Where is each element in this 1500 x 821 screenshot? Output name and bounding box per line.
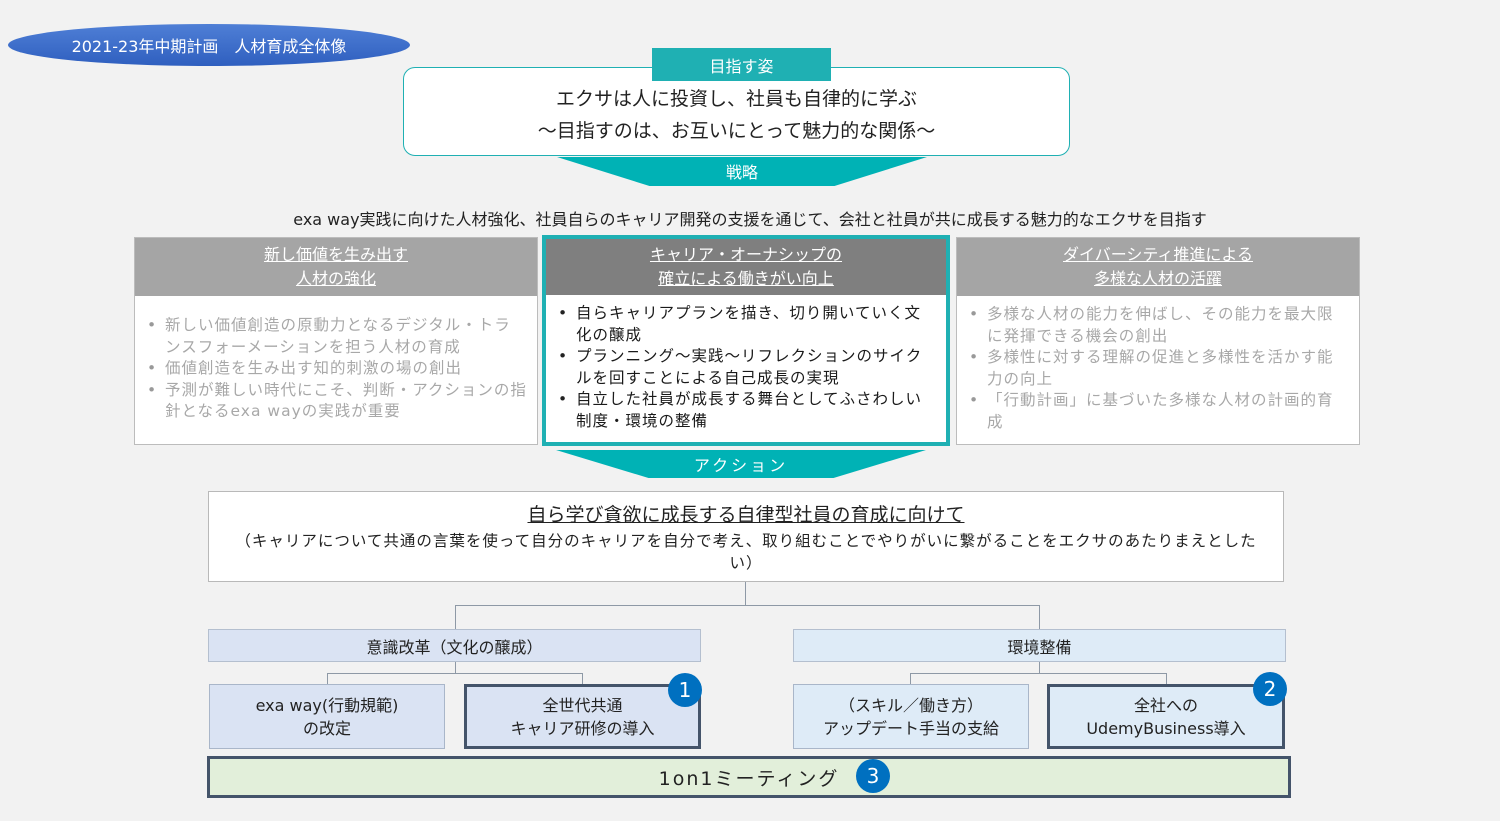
pillar-heading-line2: 多様な人材の活躍	[1093, 269, 1222, 288]
pillar-diversity: ダイバーシティ推進による 多様な人材の活躍 多様な人材の能力を伸ばし、その能力を…	[956, 237, 1360, 445]
bullet-item: 自立した社員が成長する舞台としてふさわしい制度・環境の整備	[558, 389, 936, 432]
pillar-heading: キャリア・オーナシップの 確立による働きがい向上	[546, 239, 946, 295]
pillar-career-ownership: キャリア・オーナシップの 確立による働きがい向上 自らキャリアプランを描き、切り…	[542, 235, 950, 446]
bullet-item: 多様性に対する理解の促進と多様性を活かす能力の向上	[969, 347, 1349, 390]
connector-line	[327, 673, 328, 684]
strategy-arrow: 戦略	[557, 157, 927, 186]
pillar-heading: ダイバーシティ推進による 多様な人材の活躍	[957, 238, 1359, 296]
connector-line	[582, 673, 583, 684]
initiative-career-training: 全世代共通 キャリア研修の導入	[464, 684, 701, 749]
initiative-line2: アップデート手当の支給	[822, 718, 999, 738]
connector-line	[455, 605, 456, 629]
action-title: 自ら学び貪欲に成長する自律型社員の育成に向けて	[527, 504, 965, 526]
number-badge-2: 2	[1253, 672, 1287, 706]
vision-line-2: 〜目指すのは、お互いにとって魅力的な関係〜	[537, 119, 936, 142]
connector-line	[1166, 673, 1167, 684]
pillar-bullets: 自らキャリアプランを描き、切り開いていく文化の醸成 プランニング〜実践〜リフレク…	[546, 295, 946, 432]
connector-line	[1039, 605, 1040, 629]
pillar-heading-line2: 確立による働きがい向上	[658, 269, 834, 288]
vision-line-1: エクサは人に投資し、社員も自律的に学ぶ	[555, 87, 917, 110]
number-badge-3: 3	[856, 759, 890, 793]
pillar-heading-line1: キャリア・オーナシップの	[649, 245, 842, 264]
initiative-line1: （スキル／働き方）	[838, 695, 983, 715]
initiative-line2: キャリア研修の導入	[510, 718, 655, 738]
pillar-bullets: 新しい価値創造の原動力となるデジタル・トランスフォーメーションを担う人材の育成 …	[135, 296, 537, 423]
connector-line	[910, 673, 911, 684]
initiative-exa-way-revision: exa way(行動規範) の改定	[209, 684, 445, 749]
meeting-label: 1on1ミーティング	[658, 767, 840, 790]
pillar-heading-line1: 新し価値を生み出す	[263, 245, 408, 264]
bullet-item: 「行動計画」に基づいた多様な人材の計画的育成	[969, 390, 1349, 433]
action-description: （キャリアについて共通の言葉を使って自分のキャリアを自分で考え、取り組むことでや…	[235, 532, 1257, 572]
bullet-item: 自らキャリアプランを描き、切り開いていく文化の醸成	[558, 303, 936, 346]
connector-line	[455, 605, 1040, 606]
action-arrow: アクション	[556, 450, 926, 478]
page-title: 2021-23年中期計画 人材育成全体像	[8, 24, 410, 66]
one-on-one-meeting-bar: 1on1ミーティング	[207, 756, 1291, 798]
bullet-item: プランニング〜実践〜リフレクションのサイクルを回すことによる自己成長の実現	[558, 346, 936, 389]
pillar-heading: 新し価値を生み出す 人材の強化	[135, 238, 537, 296]
strategy-arrow-label: 戦略	[725, 163, 758, 182]
initiative-line2: UdemyBusiness導入	[1086, 718, 1246, 738]
initiative-line2: の改定	[302, 718, 351, 738]
strategy-statement: exa way実践に向けた人材強化、社員自らのキャリア開発の支援を通じて、会社と…	[293, 210, 1207, 229]
action-box: 自ら学び貪欲に成長する自律型社員の育成に向けて （キャリアについて共通の言葉を使…	[208, 491, 1284, 582]
bullet-item: 多様な人材の能力を伸ばし、その能力を最大限に発揮できる機会の創出	[969, 304, 1349, 347]
bullet-item: 新しい価値創造の原動力となるデジタル・トランスフォーメーションを担う人材の育成	[147, 315, 527, 358]
bullet-item: 価値創造を生み出す知的刺激の場の創出	[147, 358, 527, 380]
connector-line	[745, 582, 746, 606]
vision-tab: 目指す姿	[652, 48, 831, 81]
connector-line	[910, 673, 1167, 674]
pillar-talent-strengthening: 新し価値を生み出す 人材の強化 新しい価値創造の原動力となるデジタル・トランスフ…	[134, 237, 538, 445]
initiative-line1: 全社への	[1133, 695, 1198, 715]
initiative-line1: exa way(行動規範)	[255, 695, 399, 715]
pillar-bullets: 多様な人材の能力を伸ばし、その能力を最大限に発揮できる機会の創出 多様性に対する…	[957, 296, 1359, 433]
initiative-udemy-business: 全社への UdemyBusiness導入	[1047, 684, 1285, 749]
category-mindset-reform: 意識改革（文化の醸成）	[208, 629, 701, 662]
category-environment: 環境整備	[793, 629, 1286, 662]
connector-line	[327, 673, 583, 674]
bullet-item: 予測が難しい時代にこそ、判断・アクションの指針となるexa wayの実践が重要	[147, 380, 527, 423]
number-badge-1: 1	[668, 673, 702, 707]
action-arrow-label: アクション	[693, 456, 789, 475]
initiative-line1: 全世代共通	[542, 695, 623, 715]
pillar-heading-line1: ダイバーシティ推進による	[1063, 245, 1253, 264]
initiative-update-allowance: （スキル／働き方） アップデート手当の支給	[793, 684, 1029, 749]
pillar-heading-line2: 人材の強化	[295, 269, 376, 288]
